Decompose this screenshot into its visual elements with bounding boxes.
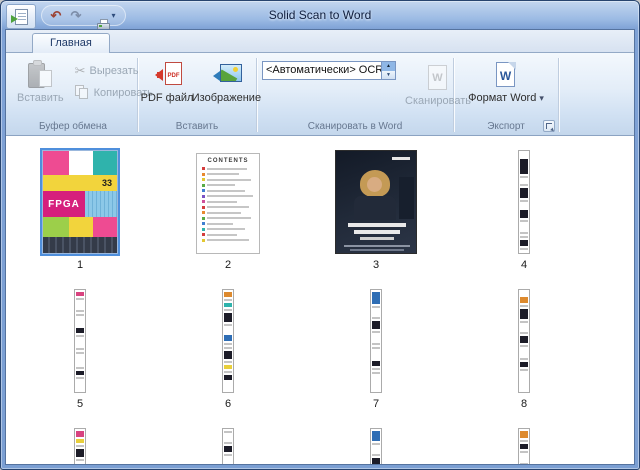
spinner-down-icon[interactable]: ▼ — [382, 71, 395, 80]
paste-button[interactable]: Вставить — [14, 58, 67, 106]
group-label-clipboard: Буфер обмена — [9, 121, 137, 135]
word-format-label: Формат Word▾ — [468, 92, 544, 104]
page-number: 4 — [521, 259, 527, 271]
page-number: 2 — [225, 259, 231, 271]
thumbnail-row — [6, 428, 634, 464]
page-thumbnail-3[interactable] — [335, 150, 417, 254]
cover-title-text: FPGA — [43, 191, 85, 217]
paste-clipboard-icon — [26, 60, 54, 90]
undo-icon[interactable]: ↶ — [47, 6, 65, 25]
page-number: 6 — [225, 398, 231, 410]
ocr-language-combobox[interactable]: <Автоматически> OCR ▲ ▼ — [262, 61, 396, 80]
ribbon: Вставить ✂ Вырезать Копировать Буфер обм… — [6, 53, 634, 136]
contents-title-text: CONTENTS — [197, 158, 259, 164]
spinner-up-icon[interactable]: ▲ — [382, 62, 395, 71]
page-thumbnail-5[interactable] — [74, 289, 86, 393]
thumbnail-cell: 8 — [450, 289, 598, 410]
tab-home[interactable]: Главная — [32, 33, 110, 53]
thumbnail-cell — [302, 428, 450, 464]
thumbnail-row: 5 6 — [6, 289, 634, 410]
page-thumbnail-4[interactable] — [518, 150, 530, 254]
page-thumbnail-11[interactable] — [370, 428, 382, 464]
thumbnail-cell: 4 — [450, 150, 598, 271]
copy-pages-icon — [75, 85, 90, 100]
page-thumbnail-1[interactable]: FPGA 33 — [42, 150, 118, 254]
ocr-combobox-value[interactable]: <Автоматически> OCR — [262, 61, 382, 80]
page-thumbnail-7[interactable] — [370, 289, 382, 393]
title-bar[interactable]: ↶ ↷ ▾ Solid Scan to Word — [1, 1, 639, 29]
page-number: 8 — [521, 398, 527, 410]
page-thumbnail-2[interactable]: CONTENTS — [196, 153, 260, 254]
group-separator — [558, 58, 559, 132]
thumbnail-cell: 6 — [154, 289, 302, 410]
quick-access-toolbar: ↶ ↷ ▾ — [41, 5, 126, 26]
ribbon-group-export: W Формат Word▾ Экспорт — [454, 55, 558, 135]
thumbnail-cell: FPGA 33 1 — [6, 150, 154, 271]
thumbnail-cell — [154, 428, 302, 464]
page-thumbnail-10[interactable] — [222, 428, 234, 464]
thumbnail-cell: CONTENTS — [154, 150, 302, 271]
thumbnail-cell — [6, 428, 154, 464]
paste-label: Вставить — [17, 92, 64, 104]
scanner-word-icon: W — [425, 63, 451, 93]
cut-button[interactable]: ✂ Вырезать — [71, 61, 143, 81]
group-label-insert: Вставить — [138, 121, 256, 135]
redo-icon[interactable]: ↷ — [67, 6, 85, 25]
page-thumbnails-area: FPGA 33 1 CONTENTS — [6, 136, 634, 464]
page-number: 3 — [373, 259, 379, 271]
ribbon-group-scan: <Автоматически> OCR ▲ ▼ W Сканировать — [257, 55, 453, 135]
combobox-spinner: ▲ ▼ — [382, 61, 396, 80]
thumbnail-cell — [450, 428, 598, 464]
insert-image-label: Изображение — [192, 92, 261, 104]
insert-image-button[interactable]: Изображение — [196, 58, 256, 106]
insert-pdf-label: PDF файл — [141, 92, 194, 104]
thumbnail-cell: 3 — [302, 150, 450, 271]
insert-pdf-button[interactable]: PDF PDF файл — [138, 58, 197, 106]
image-icon — [208, 60, 244, 90]
app-icon — [15, 9, 28, 25]
page-number: 7 — [373, 398, 379, 410]
dialog-launcher-icon[interactable] — [543, 120, 555, 132]
pdf-file-icon: PDF — [149, 60, 185, 90]
ribbon-group-insert: PDF PDF файл Изображение Вставить — [138, 55, 256, 135]
window-title: Solid Scan to Word — [151, 8, 489, 22]
page-number: 5 — [77, 398, 83, 410]
app-window: ↶ ↷ ▾ Solid Scan to Word Главная — [0, 0, 640, 470]
thumbnail-cell: 7 — [302, 289, 450, 410]
page-number: 1 — [77, 259, 83, 271]
cover-issue-number: 33 — [102, 178, 112, 188]
thumbnail-cell: 5 — [6, 289, 154, 410]
ribbon-group-clipboard: Вставить ✂ Вырезать Копировать Буфер обм… — [9, 55, 137, 135]
scissors-icon: ✂ — [75, 63, 86, 79]
cut-label: Вырезать — [90, 65, 139, 77]
thumbnail-row: FPGA 33 1 CONTENTS — [6, 150, 634, 271]
ribbon-tab-row: Главная — [6, 30, 634, 53]
word-document-icon: W — [493, 60, 519, 90]
dropdown-arrow-icon: ▾ — [539, 93, 544, 103]
page-thumbnail-12[interactable] — [518, 428, 530, 464]
app-menu-button[interactable] — [6, 4, 36, 29]
page-thumbnail-8[interactable] — [518, 289, 530, 393]
group-label-scan: Сканировать в Word — [257, 121, 453, 135]
word-format-button[interactable]: W Формат Word▾ — [467, 58, 545, 106]
page-thumbnail-6[interactable] — [222, 289, 234, 393]
page-thumbnail-9[interactable] — [74, 428, 86, 464]
app-body: Главная Вставить ✂ Вырезать — [5, 29, 635, 465]
